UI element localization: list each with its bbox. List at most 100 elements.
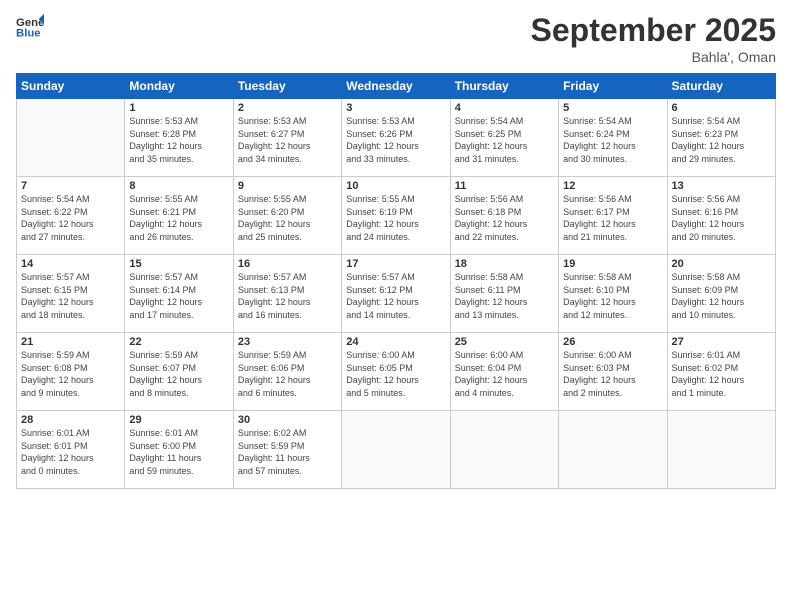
logo: General Blue bbox=[16, 12, 44, 40]
logo-icon: General Blue bbox=[16, 12, 44, 40]
calendar-cell: 18Sunrise: 5:58 AM Sunset: 6:11 PM Dayli… bbox=[450, 255, 558, 333]
col-header-thursday: Thursday bbox=[450, 74, 558, 99]
week-row-4: 21Sunrise: 5:59 AM Sunset: 6:08 PM Dayli… bbox=[17, 333, 776, 411]
col-header-tuesday: Tuesday bbox=[233, 74, 341, 99]
day-number: 14 bbox=[21, 258, 120, 270]
cell-info: Sunrise: 5:53 AM Sunset: 6:26 PM Dayligh… bbox=[346, 115, 445, 165]
calendar-cell: 11Sunrise: 5:56 AM Sunset: 6:18 PM Dayli… bbox=[450, 177, 558, 255]
calendar-cell: 1Sunrise: 5:53 AM Sunset: 6:28 PM Daylig… bbox=[125, 99, 233, 177]
day-number: 18 bbox=[455, 258, 554, 270]
day-number: 5 bbox=[563, 102, 662, 114]
calendar-cell: 20Sunrise: 5:58 AM Sunset: 6:09 PM Dayli… bbox=[667, 255, 775, 333]
cell-info: Sunrise: 5:58 AM Sunset: 6:10 PM Dayligh… bbox=[563, 271, 662, 321]
cell-info: Sunrise: 5:58 AM Sunset: 6:11 PM Dayligh… bbox=[455, 271, 554, 321]
cell-info: Sunrise: 5:57 AM Sunset: 6:12 PM Dayligh… bbox=[346, 271, 445, 321]
calendar-cell: 28Sunrise: 6:01 AM Sunset: 6:01 PM Dayli… bbox=[17, 411, 125, 489]
day-number: 17 bbox=[346, 258, 445, 270]
cell-info: Sunrise: 5:58 AM Sunset: 6:09 PM Dayligh… bbox=[672, 271, 771, 321]
calendar-table: SundayMondayTuesdayWednesdayThursdayFrid… bbox=[16, 73, 776, 489]
cell-info: Sunrise: 6:00 AM Sunset: 6:05 PM Dayligh… bbox=[346, 349, 445, 399]
day-number: 6 bbox=[672, 102, 771, 114]
cell-info: Sunrise: 6:01 AM Sunset: 6:01 PM Dayligh… bbox=[21, 427, 120, 477]
calendar-cell: 9Sunrise: 5:55 AM Sunset: 6:20 PM Daylig… bbox=[233, 177, 341, 255]
calendar-cell: 21Sunrise: 5:59 AM Sunset: 6:08 PM Dayli… bbox=[17, 333, 125, 411]
calendar-cell: 12Sunrise: 5:56 AM Sunset: 6:17 PM Dayli… bbox=[559, 177, 667, 255]
month-title: September 2025 bbox=[531, 12, 776, 49]
day-number: 22 bbox=[129, 336, 228, 348]
calendar-cell: 4Sunrise: 5:54 AM Sunset: 6:25 PM Daylig… bbox=[450, 99, 558, 177]
cell-info: Sunrise: 5:55 AM Sunset: 6:21 PM Dayligh… bbox=[129, 193, 228, 243]
title-block: September 2025 Bahla', Oman bbox=[531, 12, 776, 65]
cell-info: Sunrise: 5:56 AM Sunset: 6:17 PM Dayligh… bbox=[563, 193, 662, 243]
calendar-cell bbox=[450, 411, 558, 489]
week-row-1: 1Sunrise: 5:53 AM Sunset: 6:28 PM Daylig… bbox=[17, 99, 776, 177]
day-number: 13 bbox=[672, 180, 771, 192]
cell-info: Sunrise: 5:54 AM Sunset: 6:25 PM Dayligh… bbox=[455, 115, 554, 165]
calendar-cell: 19Sunrise: 5:58 AM Sunset: 6:10 PM Dayli… bbox=[559, 255, 667, 333]
calendar-cell: 17Sunrise: 5:57 AM Sunset: 6:12 PM Dayli… bbox=[342, 255, 450, 333]
day-number: 11 bbox=[455, 180, 554, 192]
day-number: 10 bbox=[346, 180, 445, 192]
day-number: 23 bbox=[238, 336, 337, 348]
cell-info: Sunrise: 5:55 AM Sunset: 6:20 PM Dayligh… bbox=[238, 193, 337, 243]
calendar-cell bbox=[667, 411, 775, 489]
calendar-cell: 14Sunrise: 5:57 AM Sunset: 6:15 PM Dayli… bbox=[17, 255, 125, 333]
day-number: 28 bbox=[21, 414, 120, 426]
header-row: SundayMondayTuesdayWednesdayThursdayFrid… bbox=[17, 74, 776, 99]
calendar-cell: 2Sunrise: 5:53 AM Sunset: 6:27 PM Daylig… bbox=[233, 99, 341, 177]
week-row-5: 28Sunrise: 6:01 AM Sunset: 6:01 PM Dayli… bbox=[17, 411, 776, 489]
cell-info: Sunrise: 5:54 AM Sunset: 6:23 PM Dayligh… bbox=[672, 115, 771, 165]
cell-info: Sunrise: 6:00 AM Sunset: 6:04 PM Dayligh… bbox=[455, 349, 554, 399]
day-number: 8 bbox=[129, 180, 228, 192]
calendar-cell: 23Sunrise: 5:59 AM Sunset: 6:06 PM Dayli… bbox=[233, 333, 341, 411]
calendar-cell: 10Sunrise: 5:55 AM Sunset: 6:19 PM Dayli… bbox=[342, 177, 450, 255]
cell-info: Sunrise: 5:54 AM Sunset: 6:22 PM Dayligh… bbox=[21, 193, 120, 243]
col-header-monday: Monday bbox=[125, 74, 233, 99]
day-number: 16 bbox=[238, 258, 337, 270]
cell-info: Sunrise: 6:01 AM Sunset: 6:02 PM Dayligh… bbox=[672, 349, 771, 399]
col-header-sunday: Sunday bbox=[17, 74, 125, 99]
cell-info: Sunrise: 5:59 AM Sunset: 6:06 PM Dayligh… bbox=[238, 349, 337, 399]
day-number: 7 bbox=[21, 180, 120, 192]
day-number: 26 bbox=[563, 336, 662, 348]
col-header-saturday: Saturday bbox=[667, 74, 775, 99]
day-number: 9 bbox=[238, 180, 337, 192]
day-number: 21 bbox=[21, 336, 120, 348]
calendar-cell bbox=[342, 411, 450, 489]
calendar-cell: 29Sunrise: 6:01 AM Sunset: 6:00 PM Dayli… bbox=[125, 411, 233, 489]
day-number: 19 bbox=[563, 258, 662, 270]
cell-info: Sunrise: 5:53 AM Sunset: 6:28 PM Dayligh… bbox=[129, 115, 228, 165]
cell-info: Sunrise: 5:57 AM Sunset: 6:15 PM Dayligh… bbox=[21, 271, 120, 321]
cell-info: Sunrise: 5:55 AM Sunset: 6:19 PM Dayligh… bbox=[346, 193, 445, 243]
calendar-cell: 16Sunrise: 5:57 AM Sunset: 6:13 PM Dayli… bbox=[233, 255, 341, 333]
header: General Blue September 2025 Bahla', Oman bbox=[16, 12, 776, 65]
week-row-2: 7Sunrise: 5:54 AM Sunset: 6:22 PM Daylig… bbox=[17, 177, 776, 255]
day-number: 24 bbox=[346, 336, 445, 348]
calendar-cell: 6Sunrise: 5:54 AM Sunset: 6:23 PM Daylig… bbox=[667, 99, 775, 177]
calendar-cell bbox=[17, 99, 125, 177]
calendar-cell: 26Sunrise: 6:00 AM Sunset: 6:03 PM Dayli… bbox=[559, 333, 667, 411]
calendar-cell: 7Sunrise: 5:54 AM Sunset: 6:22 PM Daylig… bbox=[17, 177, 125, 255]
cell-info: Sunrise: 5:59 AM Sunset: 6:07 PM Dayligh… bbox=[129, 349, 228, 399]
cell-info: Sunrise: 5:56 AM Sunset: 6:16 PM Dayligh… bbox=[672, 193, 771, 243]
day-number: 20 bbox=[672, 258, 771, 270]
week-row-3: 14Sunrise: 5:57 AM Sunset: 6:15 PM Dayli… bbox=[17, 255, 776, 333]
cell-info: Sunrise: 6:02 AM Sunset: 5:59 PM Dayligh… bbox=[238, 427, 337, 477]
page: General Blue September 2025 Bahla', Oman… bbox=[0, 0, 792, 612]
calendar-cell: 15Sunrise: 5:57 AM Sunset: 6:14 PM Dayli… bbox=[125, 255, 233, 333]
svg-text:Blue: Blue bbox=[16, 28, 41, 40]
day-number: 12 bbox=[563, 180, 662, 192]
day-number: 2 bbox=[238, 102, 337, 114]
cell-info: Sunrise: 5:54 AM Sunset: 6:24 PM Dayligh… bbox=[563, 115, 662, 165]
day-number: 4 bbox=[455, 102, 554, 114]
calendar-cell: 24Sunrise: 6:00 AM Sunset: 6:05 PM Dayli… bbox=[342, 333, 450, 411]
calendar-cell: 30Sunrise: 6:02 AM Sunset: 5:59 PM Dayli… bbox=[233, 411, 341, 489]
calendar-cell: 3Sunrise: 5:53 AM Sunset: 6:26 PM Daylig… bbox=[342, 99, 450, 177]
day-number: 27 bbox=[672, 336, 771, 348]
location: Bahla', Oman bbox=[531, 49, 776, 65]
day-number: 1 bbox=[129, 102, 228, 114]
calendar-cell: 8Sunrise: 5:55 AM Sunset: 6:21 PM Daylig… bbox=[125, 177, 233, 255]
day-number: 30 bbox=[238, 414, 337, 426]
cell-info: Sunrise: 5:59 AM Sunset: 6:08 PM Dayligh… bbox=[21, 349, 120, 399]
calendar-cell: 22Sunrise: 5:59 AM Sunset: 6:07 PM Dayli… bbox=[125, 333, 233, 411]
